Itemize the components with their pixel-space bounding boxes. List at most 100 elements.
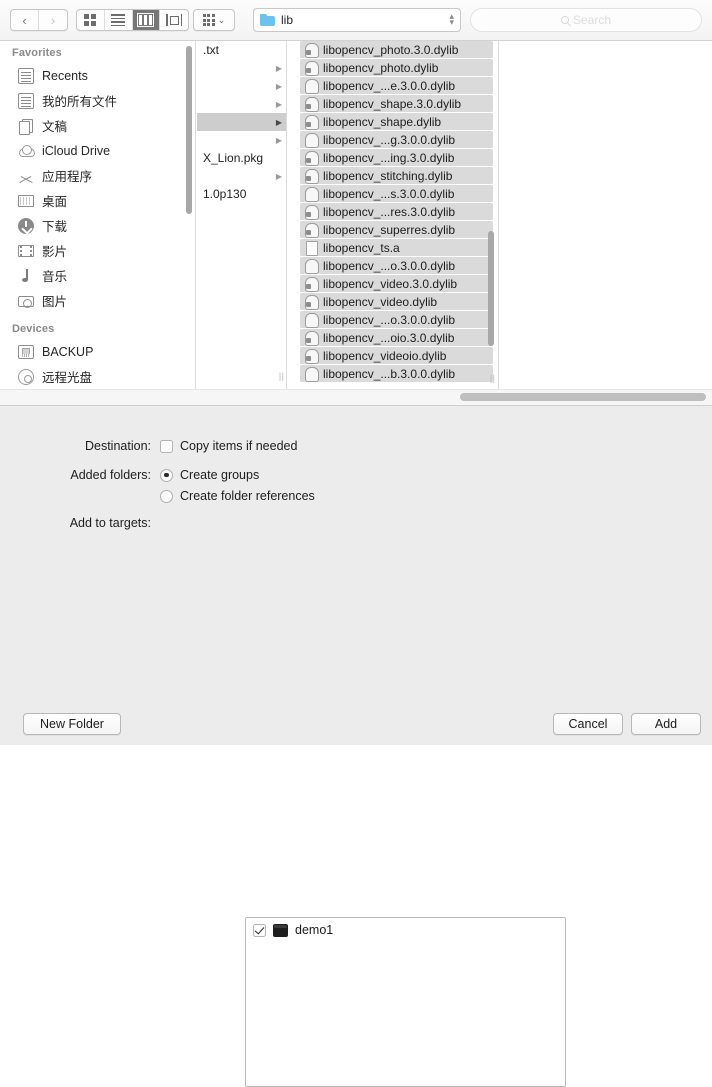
disclosure-triangle-icon: ▶: [275, 171, 282, 181]
list-item[interactable]: 1.0p130: [197, 185, 286, 203]
stepper-icon[interactable]: ▴ ▾: [449, 12, 454, 27]
back-button[interactable]: ‹: [11, 10, 40, 30]
file-list-item[interactable]: libopencv_...o.3.0.0.dylib: [300, 311, 493, 329]
list-item[interactable]: ▶: [197, 77, 286, 95]
column-resize-grip[interactable]: | |: [490, 373, 495, 383]
pictures-icon: [18, 293, 34, 309]
preview-column: [500, 41, 712, 389]
applications-icon: [18, 168, 34, 184]
horizontal-scrollbar-thumb[interactable]: [460, 393, 706, 401]
file-list-item[interactable]: libopencv_...ing.3.0.dylib: [300, 149, 493, 167]
list-item[interactable]: ▶: [197, 167, 286, 185]
sidebar-item-icloud-drive[interactable]: iCloud Drive: [0, 138, 195, 163]
radio-button: [160, 489, 173, 503]
coverflow-view-button[interactable]: [160, 10, 188, 30]
file-name: libopencv_video.dylib: [323, 294, 438, 309]
create-groups-label: Create groups: [180, 468, 260, 482]
file-list-scrollbar[interactable]: [488, 231, 494, 346]
list-item[interactable]: .txt: [197, 41, 286, 59]
sidebar-item-label: 我的所有文件: [42, 95, 118, 109]
list-item-label: X_Lion.pkg: [203, 151, 264, 165]
dylib-icon: [304, 330, 319, 346]
sidebar-item-downloads[interactable]: 下载: [0, 213, 195, 238]
file-name: libopencv_video.3.0.dylib: [323, 276, 458, 291]
file-list-item[interactable]: libopencv_...res.3.0.dylib: [300, 203, 493, 221]
sidebar-item-remote-disc[interactable]: 远程光盘: [0, 364, 195, 389]
file-name: libopencv_ts.a: [323, 240, 400, 255]
file-name: libopencv_shape.dylib: [323, 114, 442, 129]
dylib-icon: [304, 96, 319, 112]
sidebar-item-music[interactable]: 音乐: [0, 263, 195, 288]
file-list-item[interactable]: libopencv_video.3.0.dylib: [300, 275, 493, 293]
target-list-item[interactable]: demo1: [246, 918, 565, 937]
file-name: libopencv_shape.3.0.dylib: [323, 96, 462, 111]
file-list-item[interactable]: libopencv_...b.3.0.0.dylib: [300, 365, 493, 383]
file-list-item[interactable]: libopencv_shape.3.0.dylib: [300, 95, 493, 113]
folder-icon: [260, 14, 275, 26]
file-list-item[interactable]: libopencv_superres.dylib: [300, 221, 493, 239]
sidebar-item-documents[interactable]: 文稿: [0, 113, 195, 138]
cancel-button[interactable]: Cancel: [553, 713, 623, 735]
list-item[interactable]: ▶: [197, 131, 286, 149]
list-item[interactable]: X_Lion.pkg: [197, 149, 286, 167]
recents-icon: [18, 67, 34, 84]
file-list-item[interactable]: libopencv_...g.3.0.0.dylib: [300, 131, 493, 149]
sidebar-item-movies[interactable]: 影片: [0, 238, 195, 263]
file-list-item[interactable]: libopencv_ts.a: [300, 239, 493, 257]
forward-button[interactable]: ›: [39, 10, 67, 30]
file-list-item[interactable]: libopencv_video.dylib: [300, 293, 493, 311]
file-list-item[interactable]: libopencv_...oio.3.0.dylib: [300, 329, 493, 347]
column-two-list: .txt ▶ ▶ ▶ ▶ ▶ X_Lion.pkg ▶ 1.0p130 | |: [197, 41, 287, 389]
sidebar-item-label: 桌面: [42, 195, 68, 209]
sidebar-item-desktop[interactable]: 桌面: [0, 188, 195, 213]
dylib-icon: [304, 150, 319, 166]
dylib-icon: [304, 348, 319, 364]
radio-create-folder-references[interactable]: Create folder references: [160, 489, 315, 503]
new-folder-button[interactable]: New Folder: [23, 713, 121, 735]
list-item-label: .txt: [203, 43, 220, 57]
target-checkbox[interactable]: [253, 923, 266, 937]
column-view-button[interactable]: [132, 10, 161, 30]
column-resize-grip[interactable]: | |: [279, 371, 284, 381]
sidebar-item-applications[interactable]: 应用程序: [0, 163, 195, 188]
file-list-item[interactable]: libopencv_photo.dylib: [300, 59, 493, 77]
add-button[interactable]: Add: [631, 713, 701, 735]
file-list-item[interactable]: libopencv_...s.3.0.0.dylib: [300, 185, 493, 203]
list-item[interactable]: ▶: [197, 59, 286, 77]
disclosure-triangle-icon: ▶: [275, 99, 282, 109]
file-list-item[interactable]: libopencv_photo.3.0.dylib: [300, 41, 493, 59]
path-popup-button[interactable]: lib ▴ ▾: [253, 8, 461, 32]
file-list-item[interactable]: libopencv_shape.dylib: [300, 113, 493, 131]
file-name: libopencv_...b.3.0.0.dylib: [323, 366, 456, 381]
file-name: libopencv_photo.3.0.dylib: [323, 42, 459, 57]
file-list-item[interactable]: libopencv_...e.3.0.0.dylib: [300, 77, 493, 95]
copy-items-checkbox[interactable]: Copy items if needed: [160, 439, 297, 453]
list-view-button[interactable]: [105, 10, 133, 30]
list-item-selected[interactable]: ▶: [197, 113, 286, 131]
sidebar-item-recents[interactable]: Recents: [0, 63, 195, 88]
sidebar-scrollbar[interactable]: [186, 46, 192, 214]
file-name: libopencv_...e.3.0.0.dylib: [323, 78, 456, 93]
app-target-icon: [273, 923, 288, 937]
icon-view-button[interactable]: [77, 10, 105, 30]
sidebar-item-pictures[interactable]: 图片: [0, 288, 195, 313]
added-folders-row: Added folders: Create groups Create fold…: [0, 468, 315, 503]
sidebar-item-label: Recents: [42, 68, 88, 83]
dylib-icon: [304, 60, 319, 76]
list-item[interactable]: ▶: [197, 95, 286, 113]
dylib-alias-icon: [304, 258, 319, 274]
action-menu-button[interactable]: ⌄: [193, 9, 235, 31]
file-list-item[interactable]: libopencv_stitching.dylib: [300, 167, 493, 185]
sidebar-item-label: 音乐: [42, 270, 68, 284]
search-input[interactable]: Search: [470, 8, 702, 32]
file-browser: Favorites Recents 我的所有文件 文稿 iCloud Drive…: [0, 41, 712, 389]
sidebar-item-label: 影片: [42, 245, 68, 259]
radio-create-groups[interactable]: Create groups: [160, 468, 315, 482]
disclosure-triangle-icon: ▶: [275, 81, 282, 91]
create-folder-references-label: Create folder references: [180, 489, 315, 503]
file-list-item[interactable]: libopencv_videoio.dylib: [300, 347, 493, 365]
file-list-item[interactable]: libopencv_...o.3.0.0.dylib: [300, 257, 493, 275]
sidebar-item-backup[interactable]: BACKUP: [0, 339, 195, 364]
sidebar-item-all-files[interactable]: 我的所有文件: [0, 88, 195, 113]
dylib-icon: [304, 168, 319, 184]
